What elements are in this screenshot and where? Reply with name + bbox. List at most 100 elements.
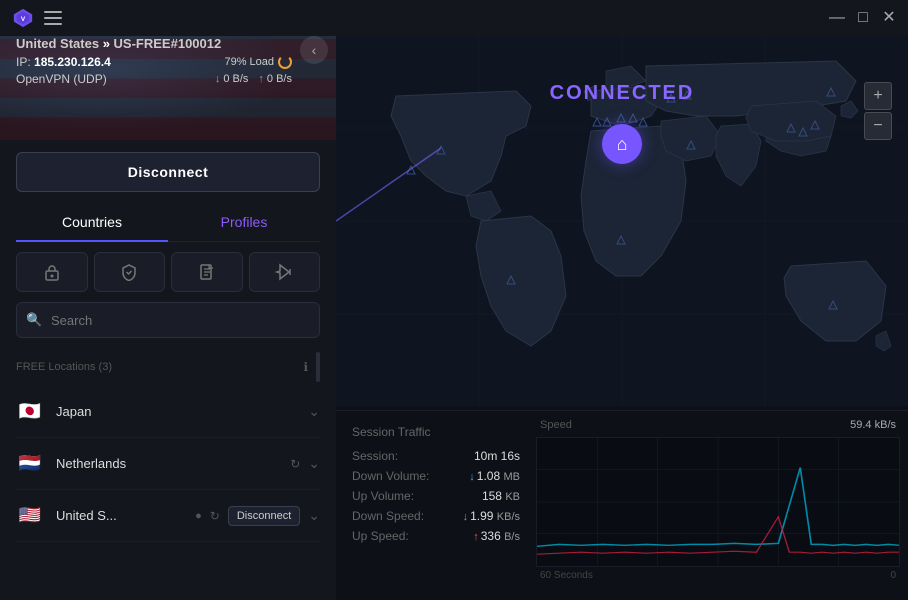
- shield-icon: [120, 263, 138, 281]
- window-controls: — □ ✕: [830, 11, 896, 25]
- stat-up-volume: Up Volume: 158 KB: [352, 489, 520, 503]
- menu-button[interactable]: [44, 11, 62, 25]
- stat-up-vol-label: Up Volume:: [352, 489, 414, 503]
- stat-up-speed: Up Speed: ↑336 B/s: [352, 529, 520, 543]
- list-item[interactable]: 🇳🇱 Netherlands ↻ ⌄: [16, 438, 320, 490]
- filter-shield-button[interactable]: [94, 252, 166, 292]
- list-item[interactable]: 🇯🇵 Japan ⌄: [16, 386, 320, 438]
- down-speed-arrow-icon: ↓: [463, 511, 469, 523]
- us-disconnect-button[interactable]: Disconnect: [228, 506, 300, 526]
- filter-all-button[interactable]: [16, 252, 88, 292]
- hero-speeds: ↓ 0 B/s ↑ 0 B/s: [215, 73, 292, 85]
- maximize-button[interactable]: □: [856, 11, 870, 25]
- tab-profiles[interactable]: Profiles: [168, 204, 320, 242]
- chart-left-label: 60 Seconds: [540, 570, 593, 581]
- list-item[interactable]: 🇺🇸 United S... ● ↻ Disconnect ⌄: [16, 490, 320, 542]
- download-speed: ↓ 0 B/s: [215, 73, 249, 85]
- info-icon[interactable]: ℹ: [303, 360, 308, 374]
- up-arrow-icon: ↑: [258, 73, 264, 85]
- netherlands-actions: ↻ ⌄: [290, 455, 320, 472]
- disconnect-section: Disconnect: [0, 140, 336, 204]
- us-flag: 🇺🇸: [16, 506, 44, 526]
- left-panel: United States » US-FREE#100012 IP: 185.2…: [0, 0, 336, 600]
- down-arrow-icon: ↓: [215, 73, 221, 85]
- connected-label: CONNECTED: [550, 82, 695, 105]
- us-name: United S...: [56, 508, 195, 523]
- location-group-label: FREE Locations (3): [16, 361, 112, 373]
- upload-speed: ↑ 0 B/s: [258, 73, 292, 85]
- speed-label: Speed: [540, 419, 572, 431]
- speed-value: 59.4 kB/s: [850, 419, 896, 431]
- home-icon: ⌂: [617, 134, 628, 155]
- us-refresh-icon[interactable]: ↻: [210, 509, 220, 523]
- world-map: ⌂ CONNECTED + −: [336, 36, 908, 406]
- hero-server-name: United States » US-FREE#100012: [16, 36, 292, 51]
- location-tabs: Countries Profiles: [16, 204, 320, 242]
- traffic-stats: Session Traffic Session: 10m 16s Down Vo…: [336, 411, 536, 600]
- netherlands-expand-button[interactable]: ⌄: [308, 455, 320, 472]
- fast-icon: [275, 263, 293, 281]
- refresh-icon[interactable]: ↻: [290, 457, 300, 471]
- netherlands-name: Netherlands: [56, 456, 290, 471]
- hero-protocol-row: OpenVPN (UDP) ↓ 0 B/s ↑ 0 B/s: [16, 72, 292, 86]
- us-ping-icon: ●: [195, 510, 202, 522]
- back-button[interactable]: ‹: [300, 36, 328, 64]
- us-actions: ● ↻ Disconnect ⌄: [195, 506, 320, 526]
- stat-down-speed-label: Down Speed:: [352, 509, 424, 523]
- hero-info: United States » US-FREE#100012 IP: 185.2…: [16, 36, 292, 86]
- titlebar-left: V: [12, 7, 62, 29]
- chart-right-label: 0: [890, 570, 896, 581]
- chart-area: [536, 437, 900, 567]
- japan-expand-button[interactable]: ⌄: [308, 403, 320, 420]
- titlebar: V — □ ✕: [0, 0, 908, 36]
- stat-down-volume: Down Volume: ↓1.08 MB: [352, 469, 520, 483]
- location-group-header: FREE Locations (3) ℹ: [0, 346, 336, 386]
- up-speed-arrow-icon: ↑: [473, 531, 479, 543]
- scroll-indicator: [316, 352, 320, 382]
- traffic-title: Session Traffic: [352, 425, 520, 439]
- down-speed-value: 0 B/s: [223, 73, 248, 85]
- home-marker: ⌂: [602, 124, 642, 164]
- lock-icon: [43, 263, 61, 281]
- minimize-button[interactable]: —: [830, 11, 844, 25]
- stat-down-vol-value: ↓1.08 MB: [469, 469, 520, 483]
- hero-protocol: OpenVPN (UDP): [16, 72, 107, 86]
- search-input[interactable]: [16, 302, 320, 338]
- filter-fast-button[interactable]: [249, 252, 321, 292]
- japan-flag: 🇯🇵: [16, 402, 44, 422]
- stat-session-label: Session:: [352, 449, 398, 463]
- zoom-out-button[interactable]: −: [864, 112, 892, 140]
- down-vol-arrow-icon: ↓: [469, 471, 475, 483]
- svg-text:V: V: [21, 16, 26, 23]
- speed-header: Speed 59.4 kB/s: [536, 419, 900, 431]
- zoom-in-button[interactable]: +: [864, 82, 892, 110]
- traffic-panel: Session Traffic Session: 10m 16s Down Vo…: [336, 410, 908, 600]
- japan-actions: ⌄: [308, 403, 320, 420]
- speed-chart: Speed 59.4 kB/s: [536, 411, 908, 600]
- stat-up-speed-label: Up Speed:: [352, 529, 409, 543]
- close-button[interactable]: ✕: [882, 11, 896, 25]
- stat-up-vol-value: 158 KB: [482, 489, 520, 503]
- stat-session: Session: 10m 16s: [352, 449, 520, 463]
- up-speed-value: 0 B/s: [267, 73, 292, 85]
- stat-down-speed-value: ↓1.99 KB/s: [463, 509, 520, 523]
- stat-down-speed: Down Speed: ↓1.99 KB/s: [352, 509, 520, 523]
- location-list: 🇯🇵 Japan ⌄ 🇳🇱 Netherlands ↻ ⌄ 🇺🇸 United …: [0, 386, 336, 600]
- filter-doc-button[interactable]: [171, 252, 243, 292]
- search-bar: 🔍: [16, 302, 320, 338]
- search-icon: 🔍: [26, 312, 42, 328]
- hero-ip-row: IP: 185.230.126.4 79% Load: [16, 55, 292, 69]
- netherlands-flag: 🇳🇱: [16, 454, 44, 474]
- right-panel: ⌂ CONNECTED + − Session Traffic Session:…: [336, 0, 908, 600]
- stat-session-value: 10m 16s: [474, 449, 520, 463]
- document-icon: [198, 263, 216, 281]
- disconnect-button[interactable]: Disconnect: [16, 152, 320, 192]
- us-expand-button[interactable]: ⌄: [308, 507, 320, 524]
- speed-chart-svg: [537, 438, 899, 566]
- tab-countries[interactable]: Countries: [16, 204, 168, 242]
- hero-load: 79% Load: [224, 55, 292, 69]
- map-controls: + −: [864, 82, 892, 140]
- hero-ip: IP: 185.230.126.4: [16, 55, 111, 69]
- stat-up-speed-value: ↑336 B/s: [473, 529, 520, 543]
- filter-row: [0, 242, 336, 302]
